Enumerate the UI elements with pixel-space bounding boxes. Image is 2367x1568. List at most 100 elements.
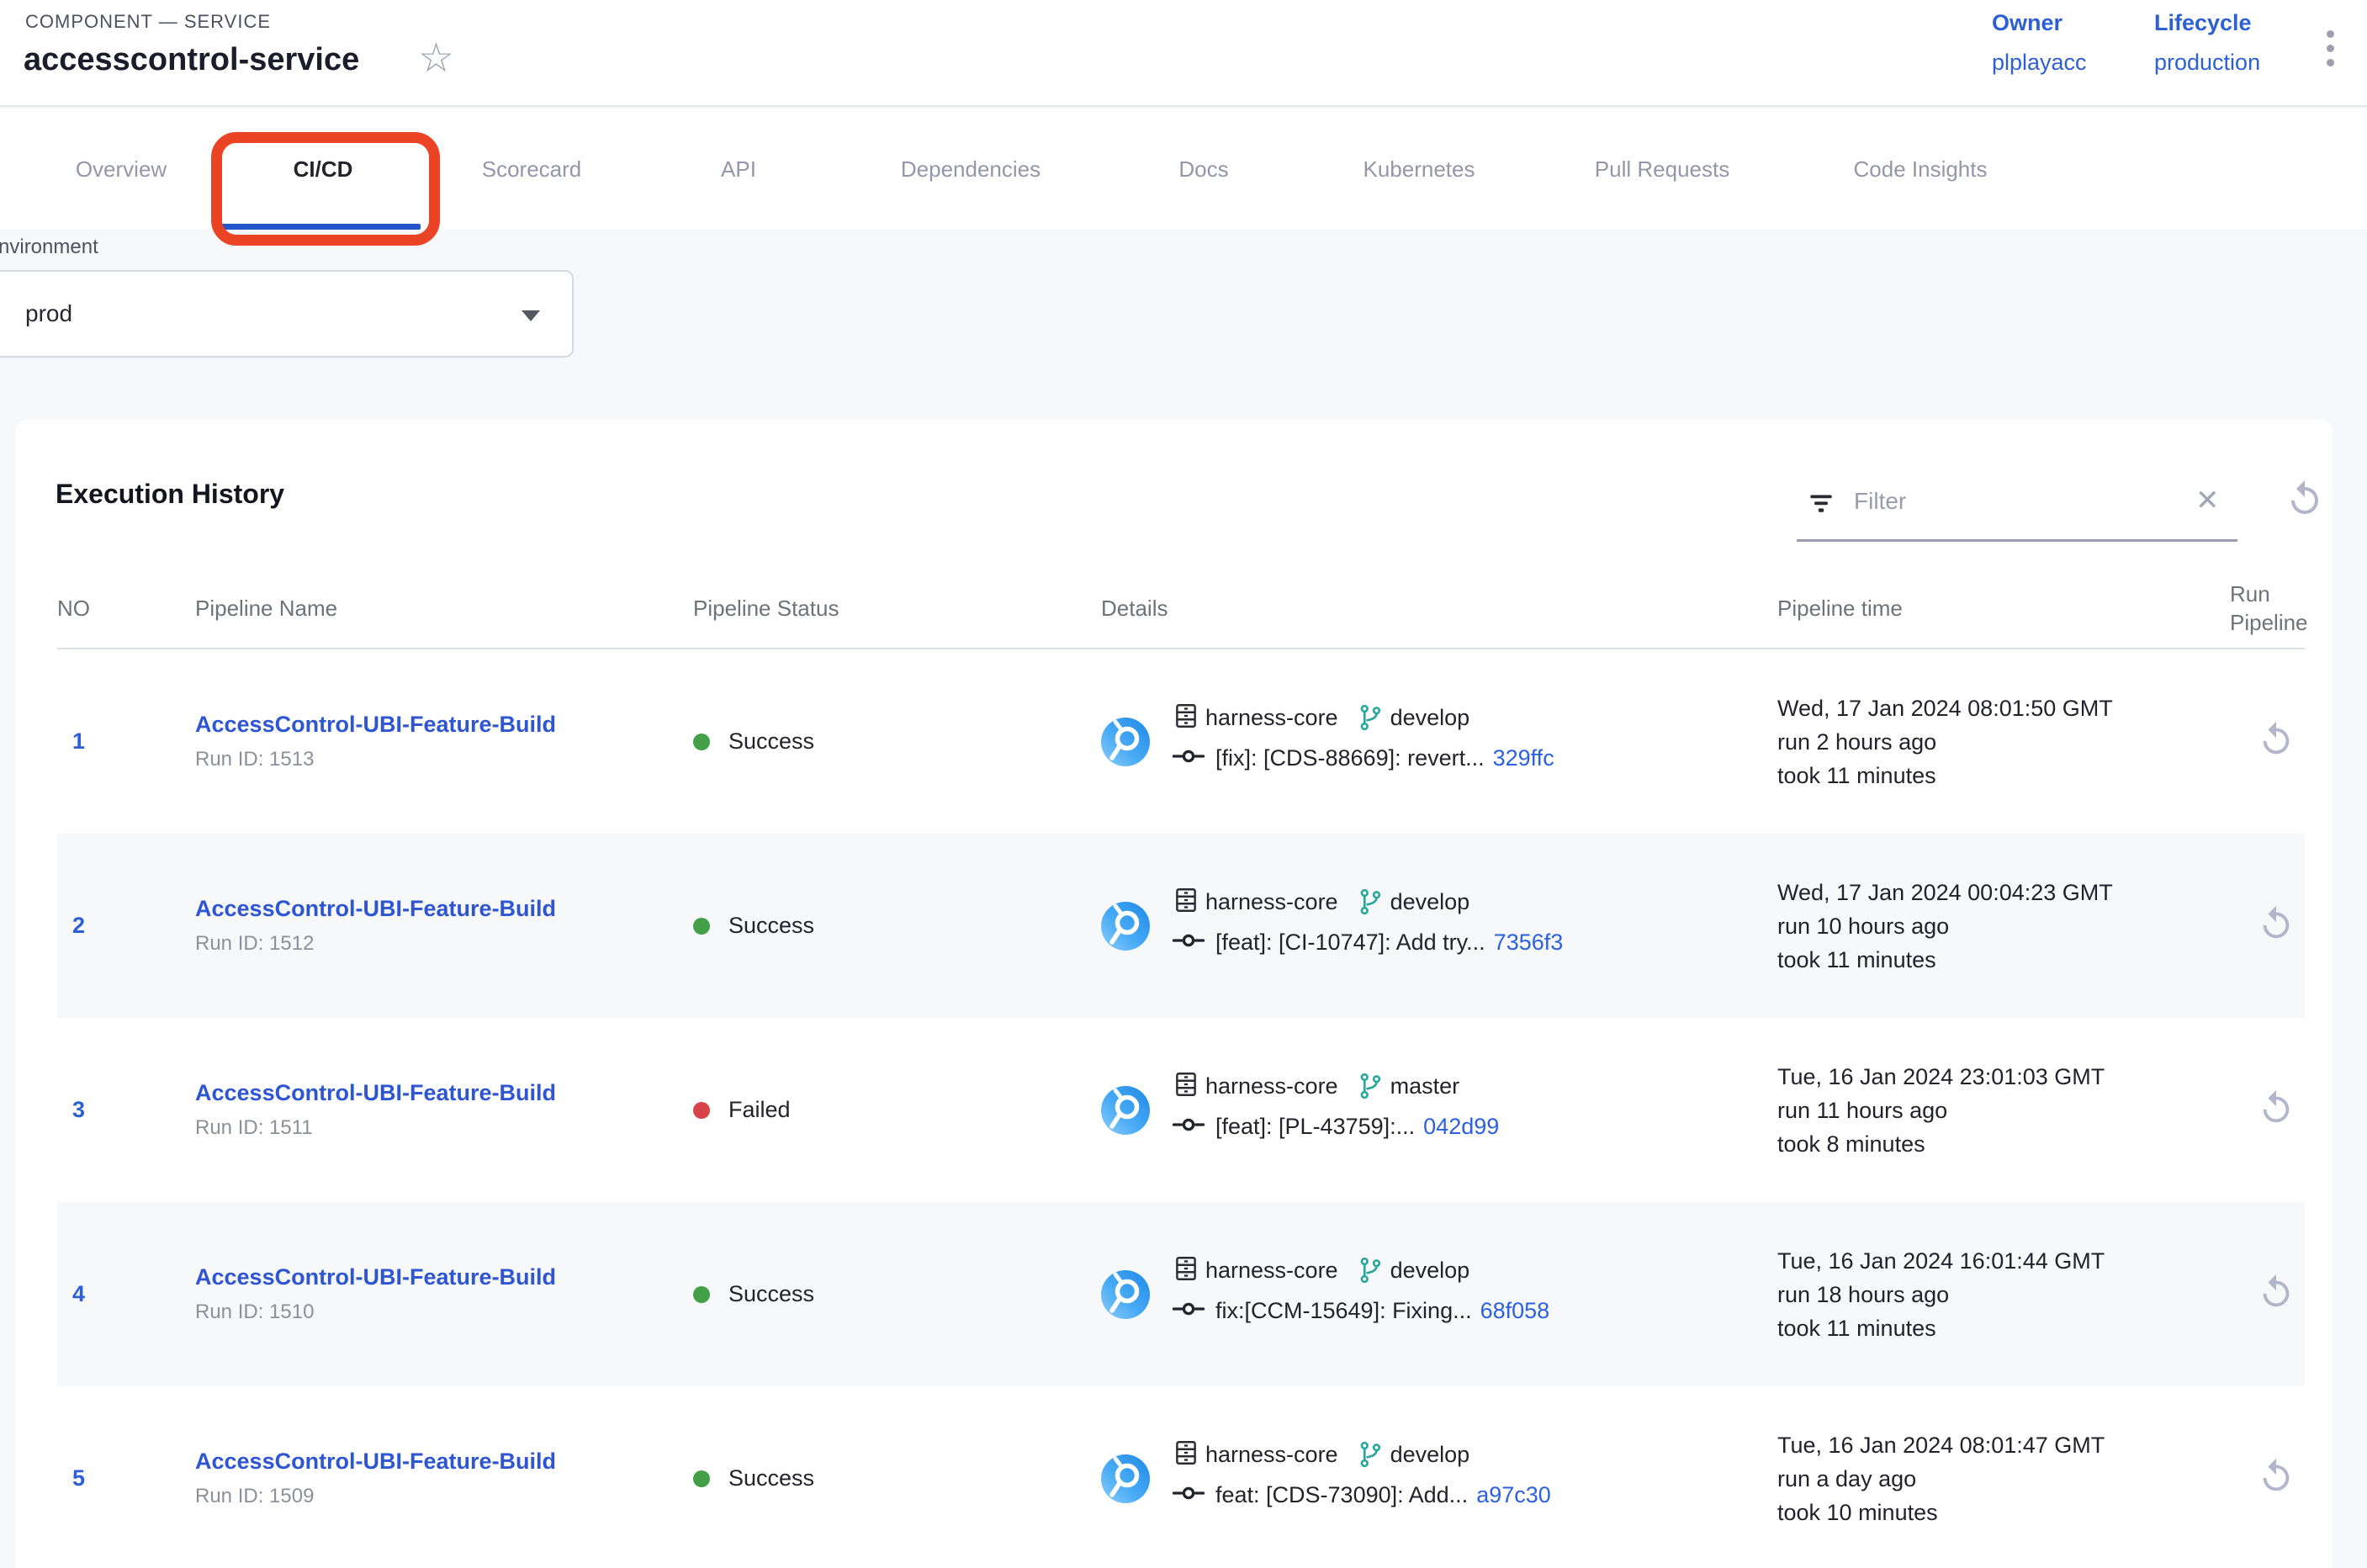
repo-icon <box>1172 1438 1200 1471</box>
table-row: 4 AccessControl-UBI-Feature-Build Run ID… <box>57 1202 2305 1386</box>
run-pipeline-cell <box>2206 904 2305 947</box>
run-pipeline-cell <box>2206 720 2305 763</box>
status-dot <box>693 1470 710 1487</box>
commit-icon <box>1172 744 1205 772</box>
owner-link[interactable]: plplayacc <box>1992 50 2087 76</box>
kebab-menu-icon[interactable] <box>2325 30 2335 73</box>
branch-icon <box>1355 1439 1385 1470</box>
pipeline-name-cell: AccessControl-UBI-Feature-Build Run ID: … <box>195 1264 693 1324</box>
run-pipeline-icon[interactable] <box>2257 1116 2296 1131</box>
branch-icon <box>1355 887 1385 917</box>
details-cell: harness-core develop feat: [CDS-73090]: … <box>1101 1444 1777 1514</box>
table-row: 5 AccessControl-UBI-Feature-Build Run ID… <box>57 1386 2305 1568</box>
run-id: Run ID: 1512 <box>195 932 693 956</box>
commit-icon <box>1172 1481 1205 1509</box>
commit-sha-link[interactable]: 329ffc <box>1493 745 1554 771</box>
commit-message: [feat]: [PL-43759]:... <box>1215 1114 1415 1140</box>
branch-name: master <box>1390 1073 1460 1099</box>
pipeline-name-link[interactable]: AccessControl-UBI-Feature-Build <box>195 1264 693 1290</box>
time-took: took 11 minutes <box>1777 759 2206 792</box>
branch-name: develop <box>1390 1258 1470 1284</box>
pipeline-time-cell: Wed, 17 Jan 2024 08:01:50 GMT run 2 hour… <box>1777 691 2206 792</box>
filter-icon <box>1805 487 1837 523</box>
table-header-row: NO Pipeline Name Pipeline Status Details… <box>57 569 2305 649</box>
commit-icon <box>1172 1113 1205 1141</box>
status-label: Success <box>728 1281 814 1307</box>
tab-api[interactable]: API <box>721 156 756 183</box>
row-number: 2 <box>57 913 195 939</box>
status-label: Success <box>728 728 814 755</box>
time-took: took 10 minutes <box>1777 1496 2206 1529</box>
commit-icon <box>1172 929 1205 956</box>
refresh-icon[interactable] <box>2285 479 2325 519</box>
entity-kind-eyebrow: COMPONENT — SERVICE <box>25 11 271 33</box>
branch-icon <box>1355 702 1385 733</box>
ci-build-icon <box>1101 1086 1150 1135</box>
commit-message: feat: [CDS-73090]: Add... <box>1215 1482 1468 1508</box>
commit-sha-link[interactable]: 042d99 <box>1423 1114 1499 1140</box>
tab-kubernetes[interactable]: Kubernetes <box>1364 156 1475 183</box>
active-tab-underline <box>221 224 421 230</box>
time-run-ago: run 18 hours ago <box>1777 1278 2206 1311</box>
environment-select[interactable]: prod <box>0 270 574 358</box>
status-dot <box>693 918 710 935</box>
pipeline-time-cell: Tue, 16 Jan 2024 16:01:44 GMT run 18 hou… <box>1777 1244 2206 1345</box>
table-row: 2 AccessControl-UBI-Feature-Build Run ID… <box>57 834 2305 1018</box>
time-date: Tue, 16 Jan 2024 16:01:44 GMT <box>1777 1244 2206 1278</box>
run-pipeline-icon[interactable] <box>2257 1485 2296 1499</box>
branch-icon <box>1355 1255 1385 1285</box>
commit-sha-link[interactable]: 68f058 <box>1480 1298 1550 1324</box>
commit-sha-link[interactable]: a97c30 <box>1476 1482 1551 1508</box>
tab-overview[interactable]: Overview <box>76 156 167 183</box>
tab-cicd[interactable]: CI/CD <box>294 156 353 183</box>
run-id: Run ID: 1513 <box>195 748 693 771</box>
repo-icon <box>1172 1070 1200 1103</box>
run-id: Run ID: 1511 <box>195 1116 693 1140</box>
branch-name: develop <box>1390 1442 1470 1468</box>
tab-scorecard[interactable]: Scorecard <box>482 156 582 183</box>
tab-code-insights[interactable]: Code Insights <box>1854 156 1988 183</box>
branch-icon <box>1355 1071 1385 1101</box>
commit-sha-link[interactable]: 7356f3 <box>1494 930 1564 956</box>
clear-filter-icon[interactable]: ✕ <box>2195 484 2220 517</box>
owner-label: Owner <box>1992 10 2087 36</box>
run-pipeline-icon[interactable] <box>2257 932 2296 946</box>
commit-message: [fix]: [CDS-88669]: revert... <box>1215 745 1485 771</box>
pipeline-time-cell: Wed, 17 Jan 2024 00:04:23 GMT run 10 hou… <box>1777 876 2206 977</box>
col-header-no: NO <box>57 595 195 623</box>
time-date: Wed, 17 Jan 2024 08:01:50 GMT <box>1777 691 2206 725</box>
status-dot <box>693 1102 710 1119</box>
details-cell: harness-core develop fix:[CCM-15649]: Fi… <box>1101 1259 1777 1330</box>
tab-docs[interactable]: Docs <box>1178 156 1228 183</box>
repo-icon <box>1172 702 1200 734</box>
time-took: took 8 minutes <box>1777 1127 2206 1161</box>
pipeline-time-cell: Tue, 16 Jan 2024 23:01:03 GMT run 11 hou… <box>1777 1060 2206 1161</box>
pipeline-name-link[interactable]: AccessControl-UBI-Feature-Build <box>195 896 693 922</box>
pipeline-name-link[interactable]: AccessControl-UBI-Feature-Build <box>195 1449 693 1475</box>
pipeline-name-link[interactable]: AccessControl-UBI-Feature-Build <box>195 712 693 738</box>
run-pipeline-icon[interactable] <box>2257 748 2296 762</box>
lifecycle-label: Lifecycle <box>2154 10 2260 36</box>
tab-bar: Overview CI/CD Scorecard API Dependencie… <box>0 109 2367 230</box>
repo-icon <box>1172 886 1200 919</box>
pipeline-time-cell: Tue, 16 Jan 2024 08:01:47 GMT run a day … <box>1777 1428 2206 1529</box>
ci-build-icon <box>1101 902 1150 951</box>
status-label: Success <box>728 913 814 939</box>
filter-input[interactable] <box>1854 480 2182 522</box>
col-header-run: Run Pipeline <box>2206 580 2308 638</box>
lifecycle-link[interactable]: production <box>2154 50 2260 76</box>
run-id: Run ID: 1509 <box>195 1485 693 1508</box>
lifecycle-group: Lifecycle production <box>2154 10 2260 76</box>
pipeline-name-link[interactable]: AccessControl-UBI-Feature-Build <box>195 1080 693 1106</box>
row-number: 5 <box>57 1465 195 1491</box>
details-cell: harness-core develop [fix]: [CDS-88669]:… <box>1101 707 1777 777</box>
time-date: Tue, 16 Jan 2024 23:01:03 GMT <box>1777 1060 2206 1094</box>
status-dot <box>693 734 710 750</box>
tab-pull-requests[interactable]: Pull Requests <box>1595 156 1729 183</box>
col-header-time: Pipeline time <box>1777 595 2206 623</box>
run-pipeline-icon[interactable] <box>2257 1300 2296 1315</box>
repo-name: harness-core <box>1205 705 1338 731</box>
tab-dependencies[interactable]: Dependencies <box>901 156 1041 183</box>
favorite-star-icon[interactable]: ☆ <box>418 39 454 79</box>
row-number: 3 <box>57 1097 195 1123</box>
